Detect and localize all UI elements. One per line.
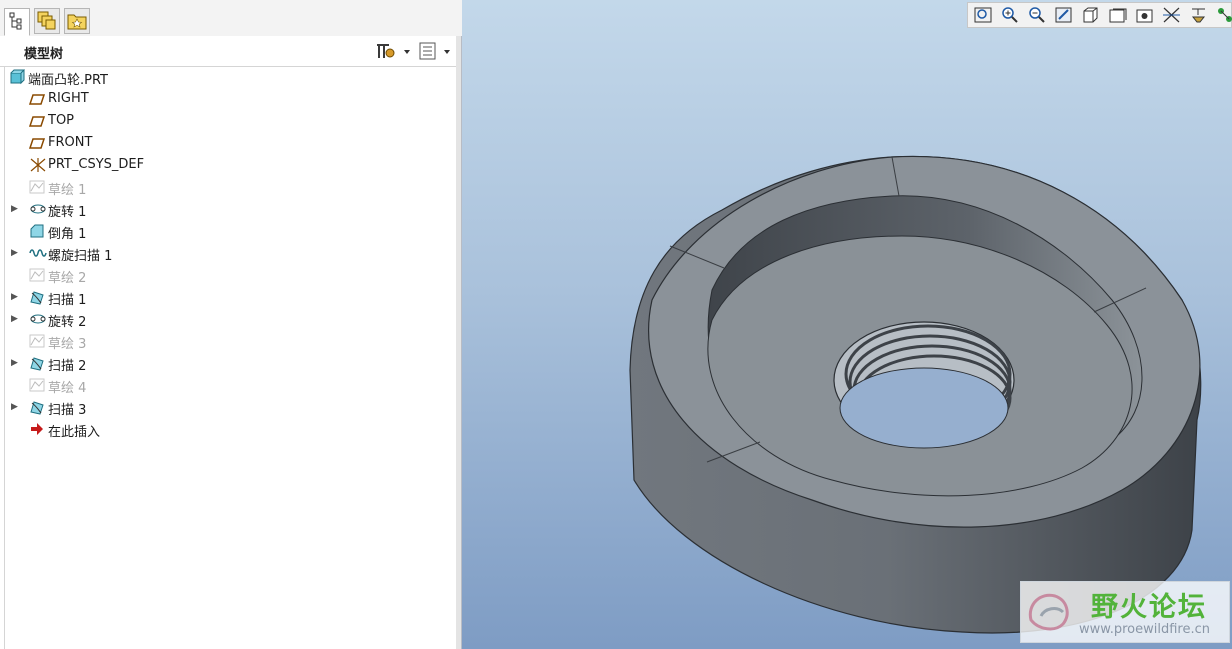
expand-arrow-icon[interactable]: ▶	[11, 246, 21, 260]
sweep-icon	[29, 289, 47, 305]
tree-item-label: 扫描 1	[48, 293, 87, 308]
tree-item-label: 螺旋扫描 1	[48, 249, 113, 264]
expand-arrow-icon[interactable]: ▶	[11, 202, 21, 216]
favorites-tab[interactable]	[64, 8, 90, 34]
layer-icon	[37, 11, 56, 30]
tree-item[interactable]: RIGHT	[5, 88, 445, 110]
expand-arrow-icon[interactable]: ▶	[11, 400, 21, 414]
panel-splitter[interactable]	[456, 36, 461, 649]
spin-center-button[interactable]	[1215, 5, 1232, 25]
tree-item[interactable]: 草绘 2	[5, 264, 445, 286]
tree-item-label: 草绘 2	[48, 271, 87, 286]
panel-title: 模型树	[24, 47, 64, 62]
spin-center-icon	[1218, 8, 1232, 22]
saved-views-button[interactable]	[1107, 5, 1129, 25]
insert-here-arrow-icon	[29, 421, 47, 437]
tree-item-label: 扫描 3	[48, 403, 87, 418]
tree-item-label: PRT_CSYS_DEF	[48, 157, 145, 172]
sketch-icon	[29, 333, 47, 349]
tree-item[interactable]: ▶ 旋转 2	[5, 308, 445, 330]
part-icon	[9, 69, 27, 85]
tree-item[interactable]: ▶ 螺旋扫描 1	[5, 242, 445, 264]
zoom-in-icon	[1002, 7, 1018, 23]
annotation-display-icon	[1191, 8, 1206, 23]
hole-opening	[839, 367, 1009, 449]
tree-item[interactable]: FRONT	[5, 132, 445, 154]
tree-item[interactable]: ▶ 旋转 1	[5, 198, 445, 220]
tree-item-label: 旋转 2	[48, 315, 87, 330]
watermark-logo	[1028, 593, 1069, 631]
view-manager-button[interactable]	[1134, 5, 1156, 25]
tree-item[interactable]: 草绘 4	[5, 374, 445, 396]
watermark: 野火论坛 www.proewildfire.cn	[1020, 581, 1230, 643]
repaint-icon	[1055, 7, 1072, 23]
display-style-button[interactable]	[1080, 5, 1102, 25]
tree-item-label: 草绘 1	[48, 183, 87, 198]
graphics-viewport[interactable]: 野火论坛 www.proewildfire.cn	[462, 0, 1232, 649]
cam-model-render[interactable]	[462, 0, 1232, 649]
sweep-icon	[29, 355, 47, 371]
zoom-fit-button[interactable]	[972, 5, 994, 25]
tree-item[interactable]: ▶ 扫描 3	[5, 396, 445, 418]
datum-plane-icon	[28, 135, 47, 151]
tree-item[interactable]: 草绘 3	[5, 330, 445, 352]
tree-item-label: 旋转 1	[48, 205, 87, 220]
datum-plane-icon	[28, 113, 47, 129]
tree-item-label: 草绘 3	[48, 337, 87, 352]
revolve-icon	[29, 201, 47, 217]
tree-item-label: 扫描 2	[48, 359, 87, 374]
sweep-icon	[29, 399, 47, 415]
favorites-folder-icon	[67, 14, 87, 30]
layer-tab[interactable]	[34, 8, 60, 34]
tree-item-label: 在此插入	[48, 425, 101, 440]
tree-item[interactable]: 倒角 1	[5, 220, 445, 242]
tree-item[interactable]: 在此插入	[5, 418, 445, 440]
navigator-tab-bar	[0, 0, 462, 36]
sketch-icon	[29, 267, 47, 283]
datum-display-icon	[1163, 7, 1180, 23]
sketch-icon	[29, 179, 47, 195]
watermark-title: 野火论坛	[1091, 592, 1207, 623]
tree-item[interactable]: ▶ 扫描 1	[5, 286, 445, 308]
zoom-out-button[interactable]	[1026, 5, 1048, 25]
tree-item[interactable]: TOP	[5, 110, 445, 132]
view-manager-icon	[1136, 9, 1153, 23]
chamfer-icon	[29, 223, 47, 239]
tree-item[interactable]: 草绘 1	[5, 176, 445, 198]
zoom-in-button[interactable]	[999, 5, 1021, 25]
expand-arrow-icon[interactable]: ▶	[11, 356, 21, 370]
watermark-url: www.proewildfire.cn	[1079, 622, 1210, 637]
tree-item-label: RIGHT	[48, 91, 89, 106]
helical-sweep-icon	[29, 245, 47, 261]
repaint-button[interactable]	[1053, 5, 1075, 25]
display-style-icon	[1083, 7, 1098, 23]
model-tree-panel: 模型树 端面凸轮.PRT RIGHT TOP FRONT PRT_CSYS_DEF 草绘 …	[0, 0, 462, 649]
expand-arrow-icon[interactable]: ▶	[11, 290, 21, 304]
tree-item-label: 草绘 4	[48, 381, 87, 396]
datum-display-button[interactable]	[1161, 5, 1183, 25]
datum-plane-icon	[28, 91, 47, 107]
tree-item-label: 端面凸轮.PRT	[28, 73, 108, 88]
saved-views-icon	[1109, 8, 1127, 23]
sketch-icon	[29, 377, 47, 393]
tree-item[interactable]: PRT_CSYS_DEF	[5, 154, 445, 176]
tree-item-label: FRONT	[48, 135, 93, 150]
tree-item-label: 倒角 1	[48, 227, 87, 242]
model-tree: 端面凸轮.PRT RIGHT TOP FRONT PRT_CSYS_DEF 草绘 1 ▶ 旋转…	[4, 66, 457, 649]
view-toolbar	[967, 2, 1232, 28]
annotation-display-button[interactable]	[1188, 5, 1210, 25]
model-tree-header: 模型树	[0, 36, 456, 67]
tree-item[interactable]: ▶ 扫描 2	[5, 352, 445, 374]
tree-settings-dropdown[interactable]	[374, 41, 412, 61]
zoom-out-icon	[1029, 7, 1045, 23]
model-tree-icon	[9, 12, 22, 30]
zoom-fit-icon	[974, 7, 992, 23]
expand-arrow-icon[interactable]: ▶	[11, 312, 21, 326]
revolve-icon	[29, 311, 47, 327]
tree-item[interactable]: 端面凸轮.PRT	[5, 66, 445, 88]
tree-item-label: TOP	[48, 113, 75, 128]
tree-columns-dropdown[interactable]	[418, 41, 454, 61]
model-tree-tab[interactable]	[4, 8, 30, 36]
csys-icon	[29, 157, 47, 173]
